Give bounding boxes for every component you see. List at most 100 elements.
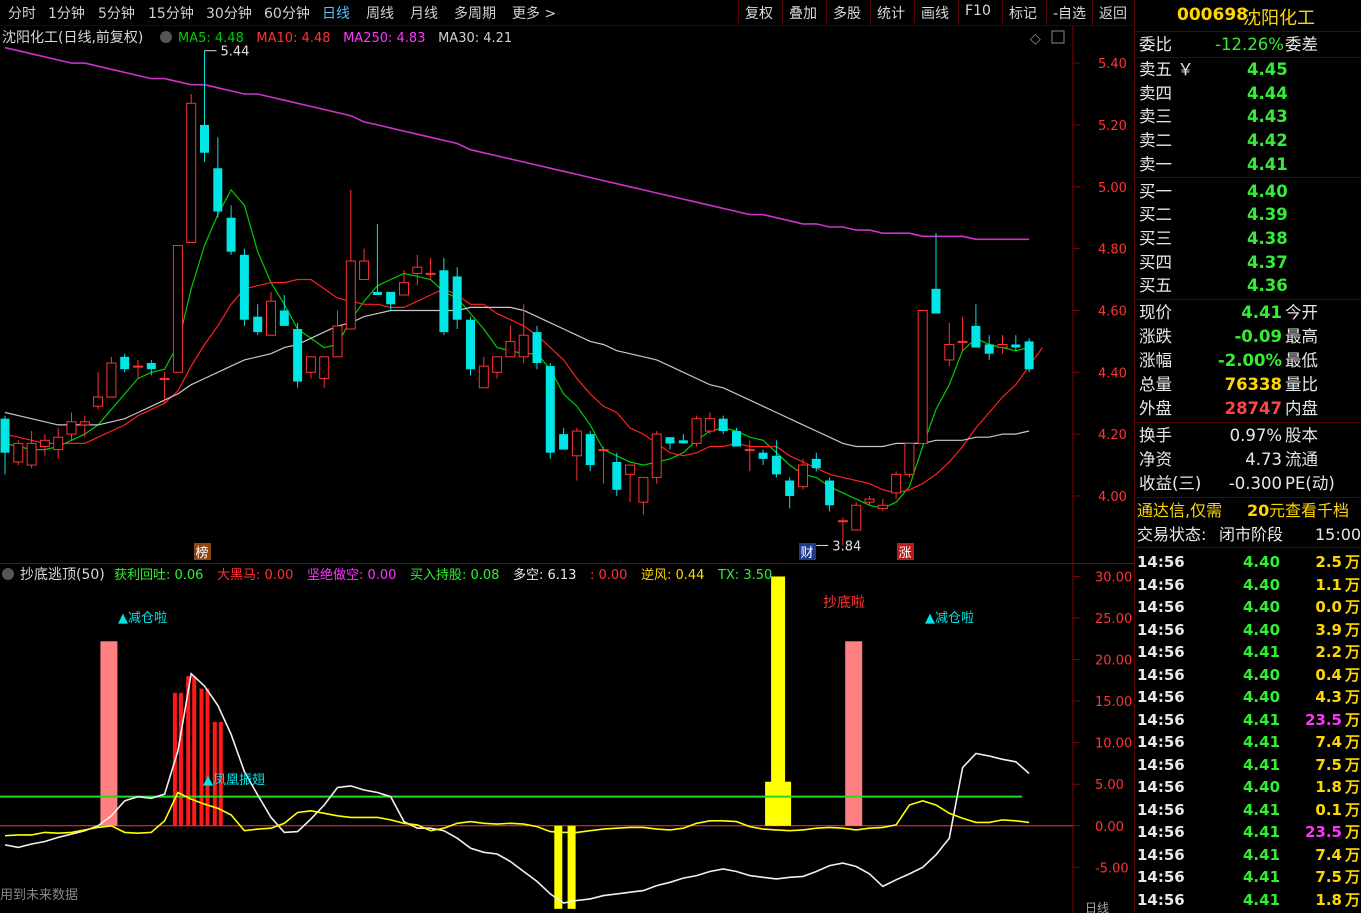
kline-main-chart[interactable]: 5.40 5.20 5.00 4.80 4.60 4.40 4.20 4.00 5.44 3.84… (0, 26, 1134, 564)
candle-up[interactable] (26, 442, 37, 466)
ad-row[interactable]: 通达信,仅需 20 元查看千档 (1135, 499, 1361, 523)
candle-up[interactable] (39, 439, 50, 448)
candle-up[interactable] (66, 421, 77, 435)
ind-settings-gear-icon[interactable] (2, 568, 14, 580)
candle-down[interactable] (678, 440, 688, 444)
candle-up[interactable] (412, 266, 423, 274)
candle-down[interactable] (0, 418, 10, 453)
toolbar--自选-button[interactable]: -自选 (1046, 0, 1092, 26)
tab-日线[interactable]: 日线 (322, 3, 350, 23)
candle-up[interactable] (837, 520, 848, 523)
candle-down[interactable] (239, 254, 249, 320)
candle-up[interactable] (691, 418, 702, 444)
candle-up[interactable] (505, 340, 516, 358)
candle-up[interactable] (305, 356, 316, 373)
tab-更多 >[interactable]: 更多 > (512, 3, 556, 23)
candle-down[interactable] (120, 356, 130, 370)
candle-up[interactable] (638, 476, 649, 503)
toolbar-返回-button[interactable]: 返回 (1092, 0, 1134, 26)
candle-up[interactable] (93, 396, 104, 407)
candle-up[interactable] (106, 362, 117, 398)
tab-1分钟[interactable]: 1分钟 (48, 3, 85, 23)
toolbar-画线-button[interactable]: 画线 (914, 0, 958, 26)
candle-down[interactable] (559, 434, 569, 450)
indicator-chart[interactable]: 30.00 25.00 20.00 15.00 10.00 5.00 0.00 -5.00 抄底… (0, 564, 1134, 913)
toolbar-统计-button[interactable]: 统计 (870, 0, 914, 26)
candle-down[interactable] (931, 288, 941, 314)
candle-up[interactable] (492, 356, 503, 373)
candle-down[interactable] (372, 291, 382, 295)
candle-up[interactable] (997, 343, 1008, 349)
candle-up[interactable] (944, 343, 955, 361)
candle-down[interactable] (253, 316, 263, 333)
candle-up[interactable] (53, 436, 64, 451)
candle-up[interactable] (598, 449, 609, 452)
candle-up[interactable] (891, 473, 902, 494)
candle-up[interactable] (399, 282, 409, 296)
candle-down[interactable] (545, 366, 555, 453)
candle-up[interactable] (904, 442, 915, 475)
candle-down[interactable] (665, 437, 675, 444)
candle-up[interactable] (478, 365, 489, 389)
settings-gear-icon[interactable] (160, 31, 172, 43)
candle-down[interactable] (758, 452, 768, 459)
tab-分时[interactable]: 分时 (8, 3, 36, 23)
tab-5分钟[interactable]: 5分钟 (98, 3, 135, 23)
candle-down[interactable] (612, 461, 622, 490)
candle-up[interactable] (13, 442, 24, 463)
candle-up[interactable] (571, 430, 582, 457)
candle-down[interactable] (771, 455, 781, 475)
candle-down[interactable] (452, 276, 462, 320)
toolbar-复权-button[interactable]: 复权 (738, 0, 782, 26)
restore-window-icon[interactable] (1051, 30, 1065, 44)
candle-up[interactable] (186, 102, 197, 243)
candle-down[interactable] (293, 329, 303, 382)
tab-月线[interactable]: 月线 (410, 3, 438, 23)
candle-down[interactable] (226, 217, 236, 252)
candle-down[interactable] (1024, 341, 1034, 370)
candle-up[interactable] (877, 504, 888, 509)
candle-up[interactable] (159, 377, 170, 380)
candle-up[interactable] (79, 421, 90, 426)
candle-up[interactable] (798, 464, 808, 488)
candle-up[interactable] (957, 340, 968, 343)
candle-down[interactable] (532, 332, 542, 364)
toolbar-多股-button[interactable]: 多股 (826, 0, 870, 26)
candle-up[interactable] (651, 433, 662, 478)
candle-up[interactable] (625, 464, 636, 475)
tab-60分钟[interactable]: 60分钟 (264, 3, 310, 23)
candle-down[interactable] (386, 291, 396, 305)
candle-down[interactable] (146, 363, 156, 370)
tab-15分钟[interactable]: 15分钟 (148, 3, 194, 23)
candle-up[interactable] (359, 260, 370, 281)
candle-down[interactable] (466, 319, 475, 370)
candle-down[interactable] (200, 124, 209, 153)
candle-down[interactable] (439, 270, 449, 333)
toolbar-F10-button[interactable]: F10 (958, 0, 1002, 26)
candle-up[interactable] (917, 309, 928, 444)
candle-up[interactable] (133, 365, 143, 368)
candle-down[interactable] (279, 310, 289, 326)
candle-down[interactable] (811, 458, 821, 469)
candle-up[interactable] (744, 449, 755, 452)
candle-up[interactable] (266, 300, 276, 336)
tab-30分钟[interactable]: 30分钟 (206, 3, 252, 23)
candle-up[interactable] (345, 260, 356, 330)
candle-up[interactable] (425, 272, 436, 275)
candle-down[interactable] (785, 480, 795, 496)
tab-周线[interactable]: 周线 (366, 3, 394, 23)
candle-up[interactable] (332, 325, 343, 358)
candle-down[interactable] (585, 434, 595, 466)
candle-up[interactable] (172, 245, 183, 373)
candle-down[interactable] (1011, 344, 1021, 348)
candle-down[interactable] (213, 168, 223, 212)
candle-down[interactable] (732, 431, 741, 447)
candle-down[interactable] (718, 418, 728, 432)
candle-down[interactable] (971, 325, 981, 348)
candle-up[interactable] (704, 418, 715, 432)
candle-up[interactable] (864, 498, 875, 503)
toolbar-叠加-button[interactable]: 叠加 (782, 0, 826, 26)
candle-up[interactable] (518, 334, 529, 358)
tab-多周期[interactable]: 多周期 (454, 3, 496, 23)
candle-up[interactable] (319, 356, 330, 379)
